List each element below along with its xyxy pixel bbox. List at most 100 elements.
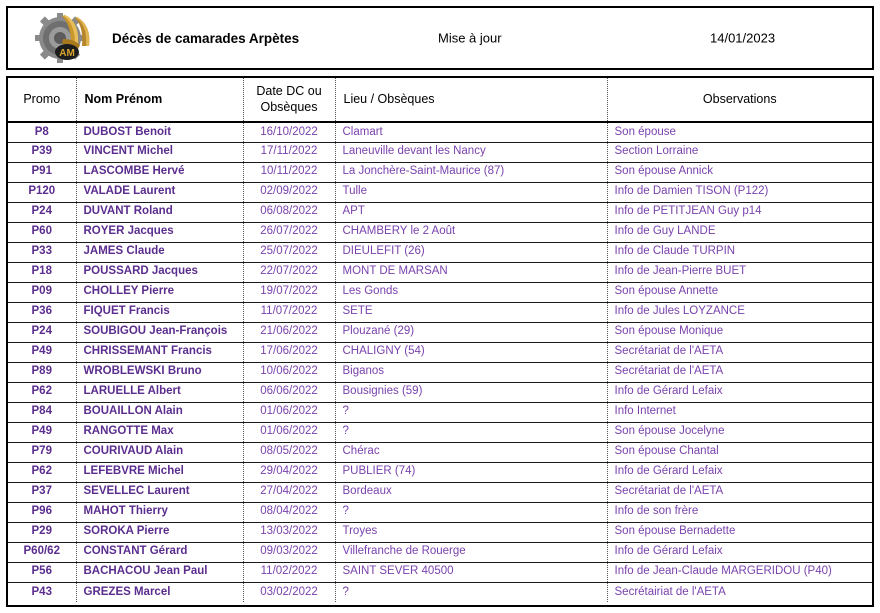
cell-lieu: SAINT SEVER 40500 bbox=[335, 562, 608, 583]
table-row: P39 VINCENT Michel 17/11/2022 Laneuville de… bbox=[8, 142, 872, 163]
cell-promo: P89 bbox=[8, 362, 77, 383]
cell-date: 03/02/2022 bbox=[243, 582, 336, 602]
cell-observations: Info Internet bbox=[607, 402, 872, 423]
cell-nom: LASCOMBE Hervé bbox=[76, 162, 244, 183]
cell-observations: Son épouse bbox=[607, 122, 872, 143]
cell-observations: Secrétariat de l'AETA bbox=[607, 362, 872, 383]
cell-date: 13/03/2022 bbox=[243, 522, 336, 543]
cell-nom: MAHOT Thierry bbox=[76, 502, 244, 523]
table-row: P60/62 CONSTANT Gérard 09/03/2022 Villefran… bbox=[8, 542, 872, 563]
cell-date: 25/07/2022 bbox=[243, 242, 336, 263]
cell-date: 08/04/2022 bbox=[243, 502, 336, 523]
cell-observations: Info de Jean-Claude MARGERIDOU (P40) bbox=[607, 562, 872, 583]
cell-date: 09/03/2022 bbox=[243, 542, 336, 563]
cell-promo: P43 bbox=[8, 582, 77, 602]
cell-nom: FIQUET Francis bbox=[76, 302, 244, 323]
table-row: P09 CHOLLEY Pierre 19/07/2022 Les Gonds Son … bbox=[8, 282, 872, 303]
cell-lieu: Bordeaux bbox=[335, 482, 608, 503]
aeta-logo: AM bbox=[26, 8, 104, 68]
column-header-nom-prenom: Nom Prénom bbox=[76, 78, 244, 123]
table-row: P18 POUSSARD Jacques 22/07/2022 MONT DE MAR… bbox=[8, 262, 872, 283]
cell-promo: P49 bbox=[8, 422, 77, 443]
cell-lieu: Clamart bbox=[335, 122, 608, 143]
cell-observations: Info de Jean-Pierre BUET bbox=[607, 262, 872, 283]
cell-promo: P84 bbox=[8, 402, 77, 423]
cell-observations: Son épouse Monique bbox=[607, 322, 872, 343]
cell-lieu: ? bbox=[335, 422, 608, 443]
cell-nom: BACHACOU Jean Paul bbox=[76, 562, 244, 583]
cell-observations: Info de Gérard Lefaix bbox=[607, 542, 872, 563]
table-row: P89 WROBLEWSKI Bruno 10/06/2022 Biganos Secr… bbox=[8, 362, 872, 383]
cell-lieu: Villefranche de Rouerge bbox=[335, 542, 608, 563]
table-row: P49 RANGOTTE Max 01/06/2022? Son épouse Joc… bbox=[8, 422, 872, 443]
table-body: P8 DUBOST Benoit 16/10/2022 Clamart Son épou… bbox=[8, 122, 872, 602]
cell-nom: SOUBIGOU Jean-François bbox=[76, 322, 244, 343]
cell-nom: POUSSARD Jacques bbox=[76, 262, 244, 283]
table-row: P43 GREZES Marcel 03/02/2022? Secrétairiat … bbox=[8, 582, 872, 602]
cell-lieu: ? bbox=[335, 582, 608, 602]
gear-wings-am-logo-icon: AM bbox=[35, 13, 90, 63]
table-row: P33 JAMES Claude 25/07/2022 DIEULEFIT (26) I… bbox=[8, 242, 872, 263]
cell-date: 29/04/2022 bbox=[243, 462, 336, 483]
table-row: P84 BOUAILLON Alain 01/06/2022? Info Intern… bbox=[8, 402, 872, 423]
cell-observations: Info de Damien TISON (P122) bbox=[607, 182, 872, 203]
table-row: P36 FIQUET Francis 11/07/2022 SETE Info de J… bbox=[8, 302, 872, 323]
cell-lieu: Biganos bbox=[335, 362, 608, 383]
cell-date: 06/08/2022 bbox=[243, 202, 336, 223]
cell-date: 27/04/2022 bbox=[243, 482, 336, 503]
cell-lieu: Tulle bbox=[335, 182, 608, 203]
cell-date: 06/06/2022 bbox=[243, 382, 336, 403]
cell-date: 16/10/2022 bbox=[243, 122, 336, 143]
cell-nom: VINCENT Michel bbox=[76, 142, 244, 163]
cell-observations: Secrétariat de l'AETA bbox=[607, 342, 872, 363]
cell-promo: P60 bbox=[8, 222, 77, 243]
cell-lieu: La Jonchère-Saint-Maurice (87) bbox=[335, 162, 608, 183]
cell-date: 21/06/2022 bbox=[243, 322, 336, 343]
cell-observations: Son épouse Annette bbox=[607, 282, 872, 303]
document-page: AM Décès de camarades Arpètes Mise à jou… bbox=[0, 0, 880, 613]
cell-lieu: PUBLIER (74) bbox=[335, 462, 608, 483]
cell-observations: Son épouse Annick bbox=[607, 162, 872, 183]
cell-promo: P120 bbox=[8, 182, 77, 203]
table-row: P91 LASCOMBE Hervé 10/11/2022 La Jonchère-S… bbox=[8, 162, 872, 183]
cell-nom: VALADE Laurent bbox=[76, 182, 244, 203]
cell-promo: P36 bbox=[8, 302, 77, 323]
cell-promo: P62 bbox=[8, 382, 77, 403]
cell-promo: P60/62 bbox=[8, 542, 77, 563]
cell-promo: P62 bbox=[8, 462, 77, 483]
cell-lieu: CHAMBERY le 2 Août bbox=[335, 222, 608, 243]
cell-promo: P24 bbox=[8, 322, 77, 343]
column-header-lieu: Lieu / Obsèques bbox=[335, 78, 608, 123]
cell-lieu: Troyes bbox=[335, 522, 608, 543]
cell-lieu: Les Gonds bbox=[335, 282, 608, 303]
column-header-promo: Promo bbox=[8, 78, 77, 123]
cell-observations: Info de Gérard Lefaix bbox=[607, 462, 872, 483]
table-row: P24 SOUBIGOU Jean-François 21/06/2022 Plouz… bbox=[8, 322, 872, 343]
cell-date: 11/07/2022 bbox=[243, 302, 336, 323]
update-label: Mise à jour bbox=[438, 30, 502, 46]
cell-date: 26/07/2022 bbox=[243, 222, 336, 243]
cell-lieu: Plouzané (29) bbox=[335, 322, 608, 343]
table-row: P24 DUVANT Roland 06/08/2022 APT Info de PET… bbox=[8, 202, 872, 223]
cell-date: 10/06/2022 bbox=[243, 362, 336, 383]
table-row: P56 BACHACOU Jean Paul 11/02/2022 SAINT SEV… bbox=[8, 562, 872, 583]
table-row: P60 ROYER Jacques 26/07/2022 CHAMBERY le 2 … bbox=[8, 222, 872, 243]
cell-nom: ROYER Jacques bbox=[76, 222, 244, 243]
cell-lieu: ? bbox=[335, 502, 608, 523]
table-header-row: Promo Nom Prénom Date DC ou Obsèques Lie… bbox=[8, 78, 872, 123]
column-header-observations: Observations bbox=[607, 78, 872, 123]
cell-nom: LEFEBVRE Michel bbox=[76, 462, 244, 483]
cell-date: 19/07/2022 bbox=[243, 282, 336, 303]
update-date: 14/01/2023 bbox=[710, 30, 776, 46]
cell-nom: SOROKA Pierre bbox=[76, 522, 244, 543]
cell-observations: Section Lorraine bbox=[607, 142, 872, 163]
cell-observations: Secrétairiat de l'AETA bbox=[614, 585, 726, 598]
cell-date: 10/11/2022 bbox=[243, 162, 336, 183]
cell-nom: COURIVAUD Alain bbox=[76, 442, 244, 463]
cell-observations: Son épouse Jocelyne bbox=[607, 422, 872, 443]
column-header-date-line1: Date DC ou bbox=[256, 83, 322, 98]
deaths-table-container: Promo Nom Prénom Date DC ou Obsèques Lie… bbox=[6, 76, 874, 607]
cell-promo: P49 bbox=[8, 342, 77, 363]
cell-observations: Info de Jules LOYZANCE bbox=[607, 302, 872, 323]
cell-lieu: Bousignies (59) bbox=[335, 382, 608, 403]
